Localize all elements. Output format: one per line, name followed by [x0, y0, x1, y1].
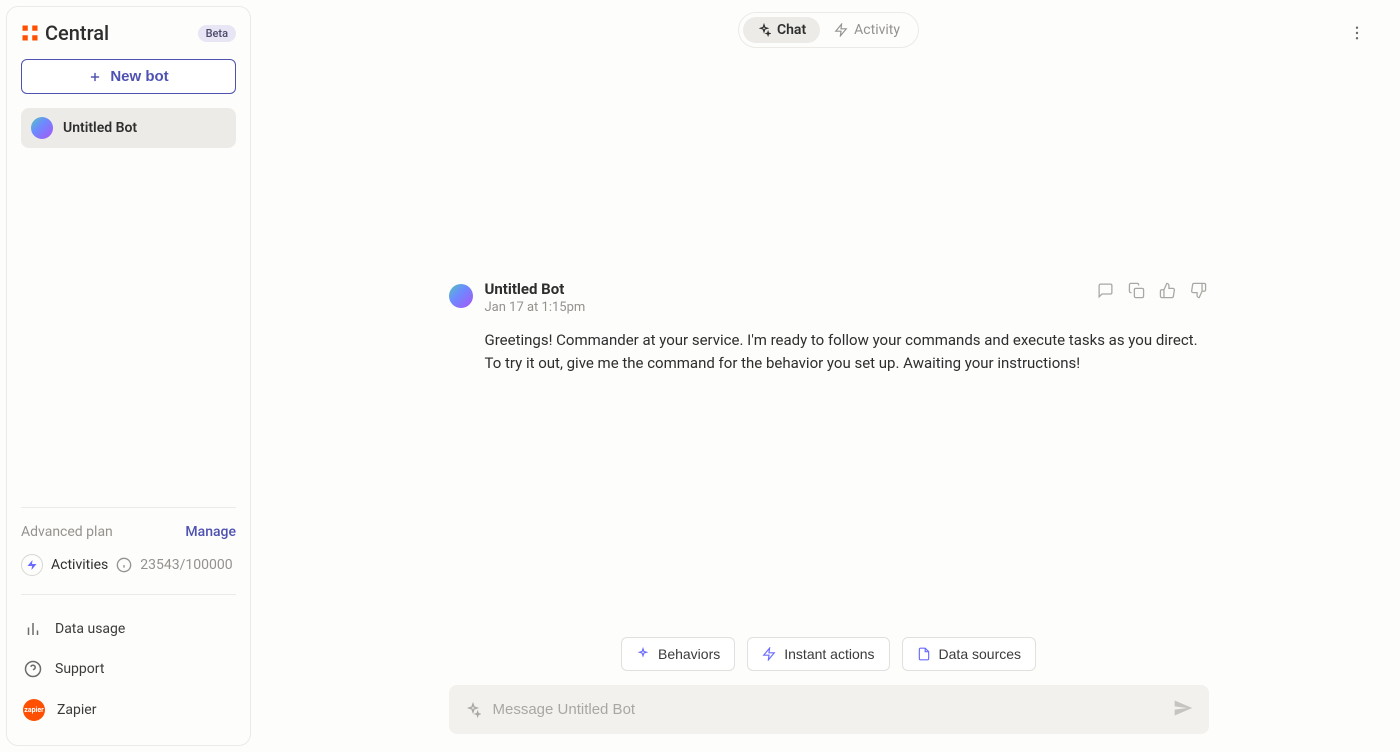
tab-label: Activity — [854, 22, 900, 38]
new-bot-button[interactable]: New bot — [21, 59, 236, 94]
chat-area: Untitled Bot Jan 17 at 1:15pm — [439, 60, 1219, 752]
thumbs-up-button[interactable] — [1157, 280, 1178, 304]
footer-label: Data usage — [55, 621, 125, 637]
chip-label: Data sources — [939, 646, 1021, 662]
beta-badge: Beta — [198, 25, 236, 42]
sparkle-icon — [757, 23, 771, 37]
instant-actions-chip[interactable]: Instant actions — [747, 637, 889, 671]
thumbs-down-icon — [1190, 282, 1207, 299]
zapier-logo-icon — [21, 24, 39, 42]
message-text: Greetings! Commander at your service. I'… — [485, 329, 1209, 376]
message-actions — [1095, 280, 1209, 304]
sidebar-footer: Data usage Support zapier Zapier — [21, 594, 236, 731]
sidebar-item-support[interactable]: Support — [21, 649, 236, 689]
comment-button[interactable] — [1095, 280, 1116, 304]
dots-vertical-icon — [1348, 24, 1366, 42]
help-circle-icon — [23, 659, 43, 679]
plan-section: Advanced plan Manage Activities 23543/10… — [21, 507, 236, 576]
tab-chat[interactable]: Chat — [743, 17, 820, 43]
sidebar-bot-item[interactable]: Untitled Bot — [21, 108, 236, 148]
zapier-round-icon: zapier — [23, 699, 45, 721]
tab-activity[interactable]: Activity — [820, 17, 914, 43]
lightning-icon — [834, 23, 848, 37]
composer-area: Behaviors Instant actions Data sources — [449, 637, 1209, 752]
chip-label: Behaviors — [658, 646, 720, 662]
lightning-icon — [762, 647, 776, 661]
sparkle-icon — [636, 647, 650, 661]
activities-bolt-icon — [21, 554, 43, 576]
sidebar-header: Central Beta — [21, 21, 236, 45]
chip-label: Instant actions — [784, 646, 874, 662]
plus-icon — [88, 70, 102, 84]
thumbs-down-button[interactable] — [1188, 280, 1209, 304]
new-bot-label: New bot — [110, 68, 168, 85]
sidebar: Central Beta New bot Untitled Bot Advanc… — [6, 6, 251, 746]
bot-avatar-icon — [31, 117, 53, 139]
copy-button[interactable] — [1126, 280, 1147, 304]
send-icon — [1173, 698, 1193, 718]
info-icon[interactable] — [116, 557, 132, 573]
tab-label: Chat — [777, 22, 806, 38]
message-input[interactable] — [493, 701, 1161, 718]
footer-label: Zapier — [57, 702, 96, 718]
comment-icon — [1097, 282, 1114, 299]
behaviors-chip[interactable]: Behaviors — [621, 637, 735, 671]
message-author: Untitled Bot — [485, 280, 586, 298]
send-button[interactable] — [1173, 698, 1193, 721]
composer[interactable] — [449, 685, 1209, 734]
more-menu-button[interactable] — [1342, 18, 1372, 51]
plan-label: Advanced plan — [21, 524, 113, 540]
logo[interactable]: Central — [21, 21, 109, 45]
bot-avatar-icon — [449, 284, 473, 308]
activities-row: Activities 23543/100000 — [21, 554, 236, 576]
logo-text: Central — [45, 21, 109, 45]
sidebar-item-zapier[interactable]: zapier Zapier — [21, 689, 236, 731]
message-timestamp: Jan 17 at 1:15pm — [485, 300, 586, 315]
top-bar: Chat Activity — [257, 0, 1400, 60]
footer-label: Support — [55, 661, 104, 677]
chat-message: Untitled Bot Jan 17 at 1:15pm — [449, 272, 1209, 384]
data-sources-chip[interactable]: Data sources — [902, 637, 1036, 671]
chip-row: Behaviors Instant actions Data sources — [449, 637, 1209, 671]
tab-group: Chat Activity — [738, 12, 919, 48]
bar-chart-icon — [23, 619, 43, 639]
manage-link[interactable]: Manage — [185, 524, 236, 540]
activities-label: Activities — [51, 557, 108, 573]
thumbs-up-icon — [1159, 282, 1176, 299]
bot-name: Untitled Bot — [63, 120, 137, 136]
file-icon — [917, 647, 931, 661]
copy-icon — [1128, 282, 1145, 299]
main: Chat Activity — [257, 0, 1400, 752]
bot-list: Untitled Bot — [21, 108, 236, 148]
activities-count: 23543/100000 — [140, 557, 232, 573]
sparkle-icon — [465, 702, 481, 718]
sidebar-item-data-usage[interactable]: Data usage — [21, 609, 236, 649]
